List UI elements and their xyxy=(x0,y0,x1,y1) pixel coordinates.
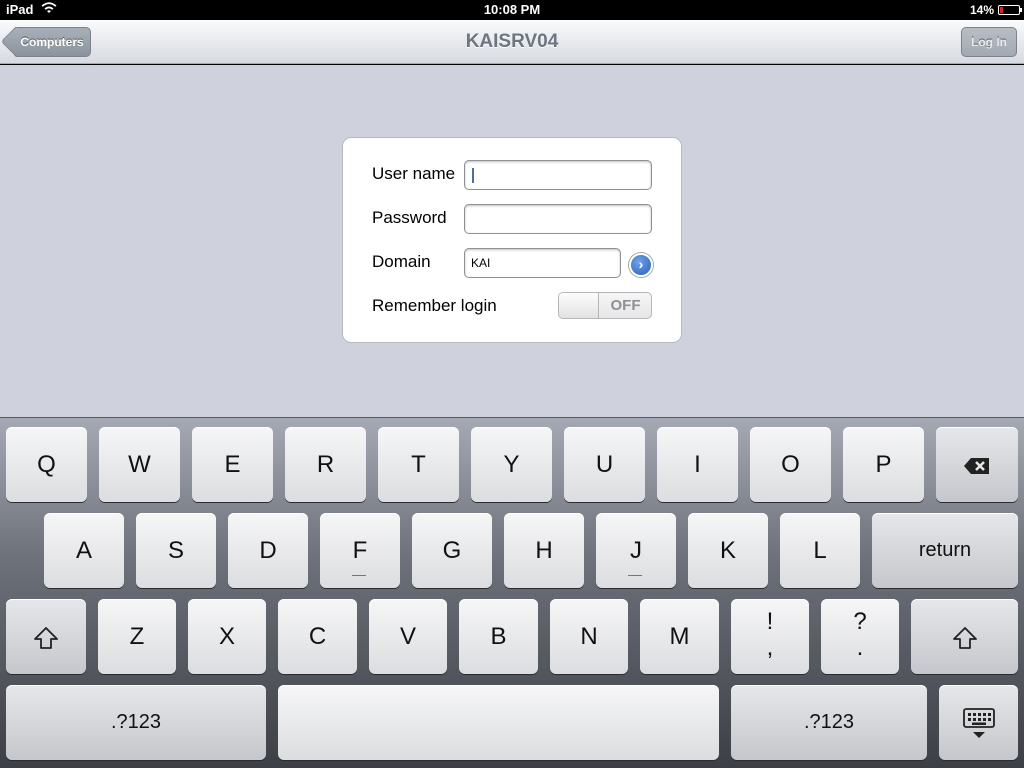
key-h[interactable]: H xyxy=(504,513,584,588)
shift-key-right[interactable] xyxy=(911,599,1018,674)
key-j[interactable]: J xyxy=(596,513,676,588)
login-button[interactable]: Log In xyxy=(961,27,1017,57)
key-question: ? xyxy=(853,608,867,635)
backspace-key[interactable] xyxy=(936,427,1018,502)
key-n[interactable]: N xyxy=(550,599,628,674)
login-form: User name Password Domain › Remember log… xyxy=(342,137,682,343)
domain-label: Domain xyxy=(372,252,431,271)
key-exclaim-comma[interactable]: ! , xyxy=(731,599,809,674)
content-area: User name Password Domain › Remember log… xyxy=(0,65,1024,417)
key-y[interactable]: Y xyxy=(471,427,552,502)
shift-key-left[interactable] xyxy=(6,599,86,674)
key-u[interactable]: U xyxy=(564,427,645,502)
toggle-knob xyxy=(559,293,599,318)
home-row-marker xyxy=(352,575,366,576)
key-d[interactable]: D xyxy=(228,513,308,588)
password-field[interactable] xyxy=(464,204,652,234)
key-z[interactable]: Z xyxy=(98,599,176,674)
navigation-bar: Computers KAISRV04 Log In xyxy=(0,20,1024,64)
key-question-period[interactable]: ? . xyxy=(821,599,899,674)
domain-field[interactable] xyxy=(464,248,621,278)
key-o[interactable]: O xyxy=(750,427,831,502)
status-bar: iPad 10:08 PM 14% xyxy=(0,0,1024,20)
key-f-label: F xyxy=(352,537,368,564)
key-e[interactable]: E xyxy=(192,427,273,502)
home-row-marker xyxy=(628,575,642,576)
username-field[interactable] xyxy=(464,160,652,190)
key-c[interactable]: C xyxy=(278,599,357,674)
key-x[interactable]: X xyxy=(188,599,266,674)
key-q[interactable]: Q xyxy=(6,427,87,502)
space-key[interactable] xyxy=(278,685,719,760)
key-b[interactable]: B xyxy=(459,599,538,674)
battery-percent: 14% xyxy=(969,3,994,17)
numbers-key-right[interactable]: .?123 xyxy=(731,685,927,760)
onscreen-keyboard: Q W E R T Y U I O P A S D F G H J K L re… xyxy=(0,417,1024,768)
backspace-icon xyxy=(963,452,991,477)
key-r[interactable]: R xyxy=(285,427,366,502)
key-g[interactable]: G xyxy=(412,513,492,588)
shift-icon xyxy=(952,623,978,650)
key-s[interactable]: S xyxy=(136,513,216,588)
numbers-key-left[interactable]: .?123 xyxy=(6,685,266,760)
key-j-label: J xyxy=(630,537,642,564)
key-w[interactable]: W xyxy=(99,427,180,502)
remember-login-label: Remember login xyxy=(372,296,497,315)
key-p[interactable]: P xyxy=(843,427,924,502)
key-l[interactable]: L xyxy=(780,513,860,588)
key-t[interactable]: T xyxy=(378,427,459,502)
key-exclaim: ! xyxy=(766,608,774,635)
key-m[interactable]: M xyxy=(640,599,719,674)
key-comma: , xyxy=(766,634,774,661)
domain-picker-arrow-icon[interactable]: › xyxy=(629,253,653,277)
key-i[interactable]: I xyxy=(657,427,738,502)
key-v[interactable]: V xyxy=(369,599,447,674)
clock: 10:08 PM xyxy=(483,2,541,17)
key-period: . xyxy=(856,634,864,661)
key-k[interactable]: K xyxy=(688,513,768,588)
password-label: Password xyxy=(372,208,447,227)
key-f[interactable]: F xyxy=(320,513,400,588)
shift-icon xyxy=(33,623,59,650)
toggle-state: OFF xyxy=(610,297,641,314)
dismiss-keyboard-key[interactable] xyxy=(939,685,1018,760)
remember-login-toggle[interactable]: OFF xyxy=(558,292,652,319)
key-a[interactable]: A xyxy=(44,513,124,588)
text-cursor xyxy=(472,168,474,183)
keyboard-dismiss-icon xyxy=(962,707,996,738)
return-key[interactable]: return xyxy=(872,513,1018,588)
page-title: KAISRV04 xyxy=(465,31,559,52)
battery-icon xyxy=(998,5,1022,15)
username-label: User name xyxy=(372,164,456,183)
